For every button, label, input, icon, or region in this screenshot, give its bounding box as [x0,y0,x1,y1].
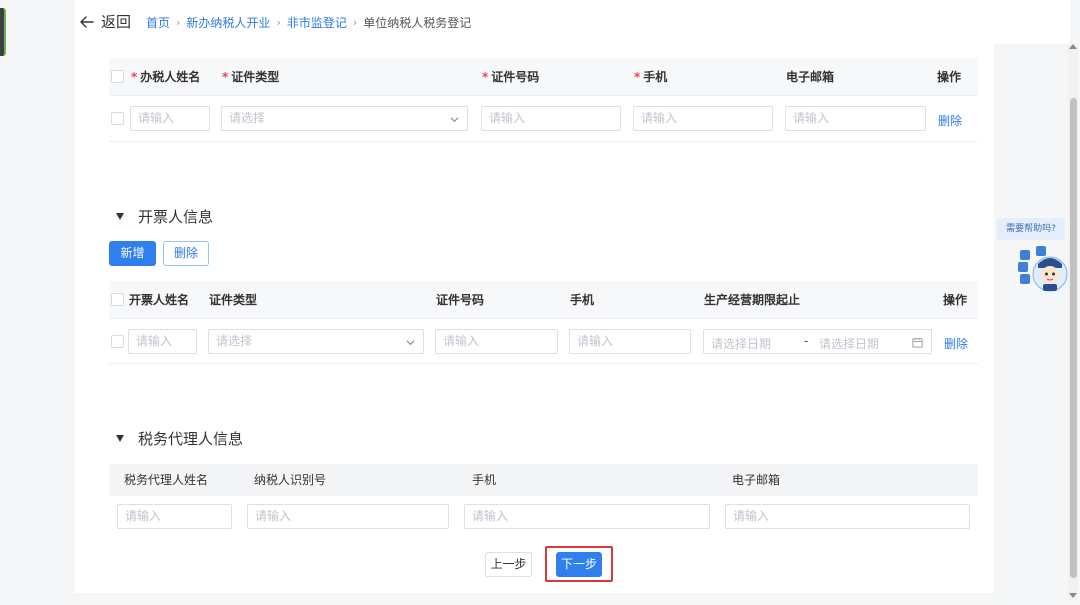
kaipiao-id-no-input[interactable]: 请输入 [435,329,558,354]
chevron-down-icon [450,117,459,123]
banshui-col-name: * 办税人姓名 [131,70,201,84]
kaipiao-id-type-select[interactable]: 请选择 [208,329,424,354]
kaipiao-delete-link[interactable]: 删除 [944,335,968,352]
side-tab[interactable] [0,8,6,56]
agent-col-taxpayer-id: 纳税人识别号 [254,473,327,487]
back-label: 返回 [101,13,132,31]
breadcrumb-separator: › [276,16,281,29]
breadcrumb-home[interactable]: 首页 [146,14,170,31]
banshui-name-input[interactable]: 请输入 [130,106,210,131]
agent-email-input[interactable]: 请输入 [725,504,970,529]
chevron-down-icon [406,340,415,346]
banshui-select-all-checkbox[interactable] [111,70,124,83]
assistant-avatar-icon[interactable] [1016,244,1070,298]
back-button[interactable]: 返回 [79,11,131,32]
agent-table-header: 税务代理人姓名 纳税人识别号 手机 电子邮箱 [109,464,978,496]
agent-col-email: 电子邮箱 [732,473,781,487]
breadcrumb-separator: › [176,16,181,29]
select-placeholder: 请选择 [216,334,253,348]
banshui-col-phone: * 手机 [634,70,668,84]
kaipiao-period-date-range[interactable]: 请选择日期 - 请选择日期 [703,329,932,354]
banshui-row-checkbox[interactable] [111,112,124,125]
kaipiao-col-period: 生产经营期限起止 [704,293,801,307]
main-panel: * 办税人姓名 * 证件类型 * 证件号码 * 手机 电子邮箱 操作 请输入 请选择 请… [75,44,994,593]
agent-col-name: 税务代理人姓名 [124,473,209,487]
kaipiao-col-name: 开票人姓名 [129,293,190,307]
collapse-triangle-icon [116,213,124,220]
scroll-down-arrow-icon[interactable] [1069,593,1077,598]
breadcrumb: 首页 › 新办纳税人开业 › 非市监登记 › 单位纳税人税务登记 [146,14,471,31]
banshui-delete-link[interactable]: 删除 [938,112,962,129]
banshui-col-id-type: * 证件类型 [222,70,280,84]
kaipiao-delete-button[interactable]: 删除 [163,241,209,266]
table-row: 请输入 请输入 请输入 请输入 [109,496,978,536]
date-range-separator: - [804,334,809,348]
collapse-triangle-icon [116,435,124,442]
arrow-left-icon [80,15,94,28]
breadcrumb-non-market-registration[interactable]: 非市监登记 [287,14,347,31]
banshui-id-no-input[interactable]: 请输入 [481,106,621,131]
next-step-button[interactable]: 下一步 [556,552,602,577]
table-row: 请输入 请选择 请输入 请输入 请选择日期 - 请选择日期 删除 [109,319,978,364]
scroll-up-arrow-icon[interactable] [1069,44,1077,49]
banshui-email-input[interactable]: 请输入 [785,106,926,131]
banshui-col-id-no: * 证件号码 [482,70,540,84]
banshui-phone-input[interactable]: 请输入 [633,106,773,131]
scrollbar-thumb[interactable] [1070,98,1077,578]
kaipiao-phone-input[interactable]: 请输入 [569,329,691,354]
breadcrumb-new-taxpayer[interactable]: 新办纳税人开业 [186,14,270,31]
kaipiao-col-id-no: 证件号码 [436,293,485,307]
kaipiao-section-title[interactable]: 开票人信息 [116,206,213,227]
table-row: 请输入 请选择 请输入 请输入 请输入 删除 [109,96,978,142]
kaipiao-add-button[interactable]: 新增 [109,241,156,266]
banshui-col-email: 电子邮箱 [786,70,835,84]
agent-name-input[interactable]: 请输入 [117,504,232,529]
top-bar: 返回 首页 › 新办纳税人开业 › 非市监登记 › 单位纳税人税务登记 [75,0,1070,44]
help-bubble[interactable]: 需要帮助吗? [997,218,1065,240]
kaipiao-col-action: 操作 [943,293,968,307]
kaipiao-name-input[interactable]: 请输入 [128,329,197,354]
banshui-table-header: * 办税人姓名 * 证件类型 * 证件号码 * 手机 电子邮箱 操作 [109,58,978,96]
agent-phone-input[interactable]: 请输入 [464,504,710,529]
select-placeholder: 请选择 [229,111,266,125]
calendar-icon [912,337,923,348]
banshui-id-type-select[interactable]: 请选择 [221,106,468,131]
prev-step-button[interactable]: 上一步 [485,552,532,577]
agent-taxpayer-id-input[interactable]: 请输入 [247,504,449,529]
date-end-placeholder[interactable]: 请选择日期 [819,335,879,352]
agent-col-phone: 手机 [472,473,497,487]
breadcrumb-separator: › [352,16,358,29]
agent-section-title[interactable]: 税务代理人信息 [116,428,243,449]
kaipiao-col-phone: 手机 [570,293,595,307]
date-start-placeholder[interactable]: 请选择日期 [711,335,771,352]
banshui-col-action: 操作 [937,70,962,84]
kaipiao-select-all-checkbox[interactable] [111,293,124,306]
kaipiao-table-header: 开票人姓名 证件类型 证件号码 手机 生产经营期限起止 操作 [109,281,978,319]
kaipiao-col-id-type: 证件类型 [209,293,258,307]
breadcrumb-current: 单位纳税人税务登记 [363,16,472,30]
kaipiao-row-checkbox[interactable] [111,335,124,348]
